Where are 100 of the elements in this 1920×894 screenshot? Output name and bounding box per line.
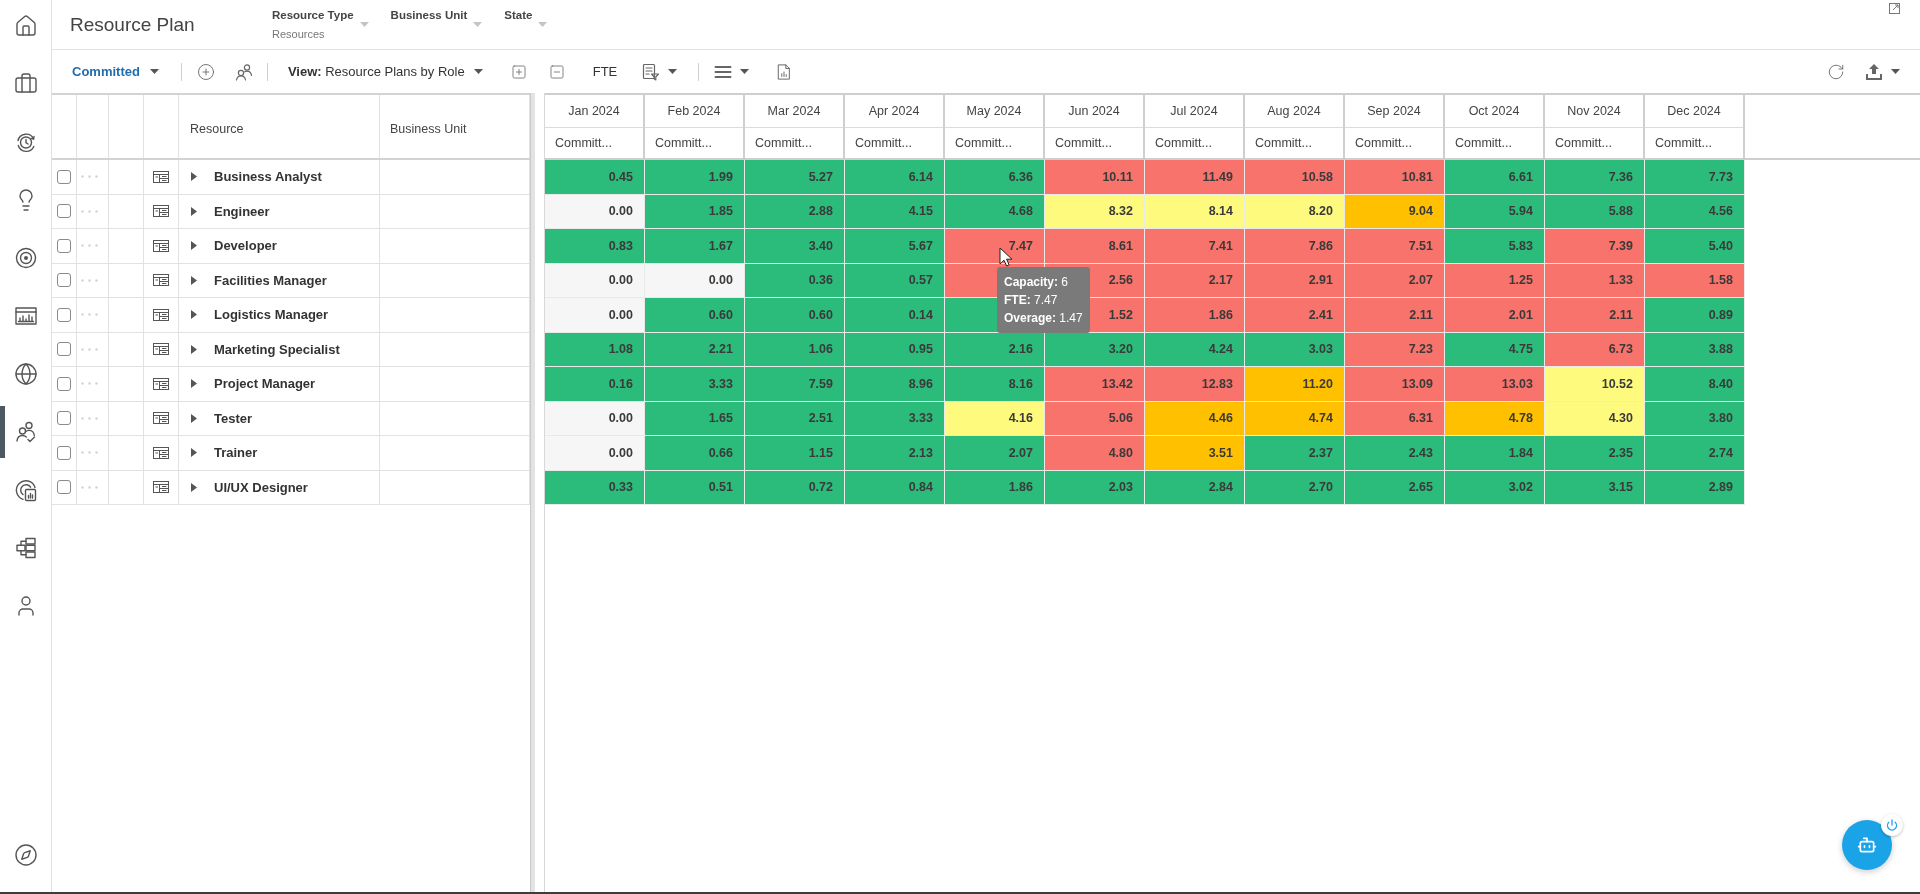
- compass-icon[interactable]: [13, 843, 38, 867]
- resource-name: Business Analyst: [214, 169, 322, 185]
- table-icon[interactable]: [153, 274, 169, 287]
- caret-down-icon[interactable]: [149, 69, 159, 74]
- report-icon[interactable]: [776, 63, 793, 80]
- value-cell: 5.88: [1545, 194, 1645, 229]
- view-dropdown[interactable]: View: Resource Plans by Role: [287, 64, 483, 79]
- refresh-icon[interactable]: [1827, 62, 1845, 81]
- table-icon[interactable]: [153, 446, 169, 459]
- upload-icon[interactable]: [1865, 62, 1883, 81]
- value-cell: 2.84: [1145, 470, 1245, 505]
- value-cell: 7.23: [1345, 332, 1445, 367]
- resource-name: Tester: [214, 410, 253, 426]
- caret-right-icon[interactable]: [191, 448, 197, 458]
- users-check-icon[interactable]: [13, 420, 38, 444]
- value-cell: 8.32: [1045, 194, 1145, 229]
- checkbox[interactable]: [57, 238, 71, 253]
- caret-right-icon[interactable]: [191, 241, 197, 251]
- checkbox[interactable]: [57, 376, 71, 391]
- measure-header: Committ...: [1454, 135, 1513, 152]
- users-icon[interactable]: [234, 62, 253, 81]
- checkbox[interactable]: [57, 445, 71, 460]
- filter-label[interactable]: Business Unit: [390, 6, 468, 23]
- caret-right-icon[interactable]: [191, 482, 197, 492]
- power-icon[interactable]: [1881, 814, 1903, 836]
- table-icon[interactable]: [153, 412, 169, 425]
- table-icon[interactable]: [153, 308, 169, 321]
- resource-name: Developer: [214, 238, 277, 254]
- caret-down-icon[interactable]: [668, 69, 678, 74]
- page-title: Resource Plan: [70, 13, 196, 36]
- globe-icon[interactable]: [13, 362, 38, 386]
- hierarchy-icon[interactable]: [13, 536, 38, 560]
- resource-name: Facilities Manager: [214, 272, 327, 288]
- value-cell: 7.41: [1145, 229, 1245, 264]
- table-icon[interactable]: [153, 343, 169, 356]
- value-cell: 10.11: [1045, 160, 1145, 195]
- caret-right-icon[interactable]: [191, 379, 197, 389]
- report-icon[interactable]: [13, 478, 38, 502]
- mode-dropdown[interactable]: Committed: [72, 64, 159, 79]
- value-cell: 0.95: [845, 332, 945, 367]
- value-cell: 8.96: [845, 367, 945, 402]
- value-cell: 3.15: [1545, 470, 1645, 505]
- target-icon[interactable]: [13, 246, 38, 270]
- value-cell: 3.88: [1645, 332, 1745, 367]
- caret-down-icon[interactable]: [473, 69, 483, 74]
- value-cell: 10.81: [1345, 160, 1445, 195]
- table-icon[interactable]: [153, 170, 169, 183]
- unit-button[interactable]: FTE: [592, 64, 618, 79]
- resource-name: Trainer: [214, 445, 258, 461]
- value-cell: 1.15: [745, 436, 845, 471]
- home-icon[interactable]: [13, 14, 38, 38]
- filter-label[interactable]: State: [504, 6, 533, 23]
- value-cell: 2.89: [1645, 470, 1745, 505]
- caret-right-icon[interactable]: [191, 344, 197, 354]
- value-cell: 2.07: [945, 436, 1045, 471]
- measure-header: Committ...: [1154, 135, 1213, 152]
- value-cell: 1.67: [645, 229, 745, 264]
- value-cell: 6.73: [1545, 332, 1645, 367]
- value-cell: 2.16: [945, 332, 1045, 367]
- checkbox[interactable]: [57, 342, 71, 357]
- list-filter-icon[interactable]: [642, 62, 661, 81]
- value-cell: 2.70: [1245, 470, 1345, 505]
- table-icon[interactable]: [153, 205, 169, 218]
- briefcase-icon[interactable]: [13, 72, 38, 96]
- value-cell: 4.46: [1145, 401, 1245, 436]
- month-header: Aug 2024: [1245, 95, 1343, 128]
- checkbox[interactable]: [57, 411, 71, 426]
- checkbox[interactable]: [57, 273, 71, 288]
- month-header: Jul 2024: [1145, 95, 1243, 128]
- chatbot-button[interactable]: [1842, 820, 1892, 870]
- filter-label[interactable]: Resource Type: [272, 6, 354, 23]
- table-icon[interactable]: [153, 239, 169, 252]
- expand-all-icon[interactable]: [510, 63, 527, 80]
- add-icon[interactable]: [196, 62, 215, 81]
- table-icon[interactable]: [153, 481, 169, 494]
- measure-header: Committ...: [1654, 135, 1713, 152]
- value-cell: 6.36: [945, 160, 1045, 195]
- checkbox[interactable]: [57, 204, 71, 219]
- caret-right-icon[interactable]: [191, 275, 197, 285]
- value-cell: 6.31: [1345, 401, 1445, 436]
- chart-icon[interactable]: [13, 304, 38, 328]
- caret-right-icon[interactable]: [191, 413, 197, 423]
- value-cell: 2.17: [1145, 263, 1245, 298]
- caret-right-icon[interactable]: [191, 310, 197, 320]
- value-cell: 1.84: [1445, 436, 1545, 471]
- caret-right-icon[interactable]: [191, 172, 197, 182]
- checkbox[interactable]: [57, 480, 71, 495]
- checkbox[interactable]: [57, 307, 71, 322]
- value-cell: 2.01: [1445, 298, 1545, 333]
- value-cell: 7.36: [1545, 160, 1645, 195]
- checkbox[interactable]: [57, 169, 71, 184]
- table-icon[interactable]: [153, 377, 169, 390]
- value-cell: 0.16: [545, 367, 645, 402]
- caret-down-icon[interactable]: [740, 69, 750, 74]
- value-cell: 3.03: [1245, 332, 1345, 367]
- caret-right-icon[interactable]: [191, 206, 197, 216]
- caret-down-icon[interactable]: [1891, 69, 1900, 74]
- value-cell: 2.51: [745, 401, 845, 436]
- expand-icon[interactable]: [1889, 3, 1900, 14]
- value-cell: 4.74: [1245, 401, 1345, 436]
